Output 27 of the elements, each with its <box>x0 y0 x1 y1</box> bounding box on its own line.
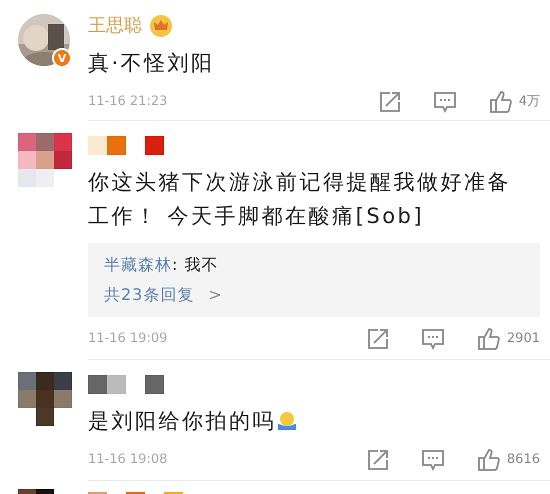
pixelated-avatar[interactable] <box>18 372 72 426</box>
thumbs-up-icon[interactable] <box>476 327 501 351</box>
thumbs-up-icon[interactable] <box>476 448 501 472</box>
like-button[interactable]: 4万 <box>488 90 540 114</box>
like-button[interactable]: 8616 <box>476 448 540 472</box>
timestamp: 11-16 21:23 <box>88 93 168 112</box>
comment-text: 真·不怪刘阳 <box>88 50 215 77</box>
reply-line: 半藏森林: 我不 <box>104 254 220 276</box>
share-icon[interactable] <box>378 91 401 113</box>
verified-badge: V <box>52 48 72 68</box>
comment-text: 是刘阳给你拍的吗 <box>88 408 276 435</box>
comment-icon[interactable] <box>432 91 457 113</box>
comment-text: 你这头猪下次游泳前记得提醒我做好准备工作！ 今天手脚都在酸痛[Sob] <box>88 169 512 230</box>
view-replies-link[interactable]: 共23条回复 > <box>104 283 223 307</box>
share-icon[interactable] <box>366 328 389 350</box>
pixelated-avatar[interactable] <box>18 133 72 187</box>
pixelated-username[interactable] <box>88 374 164 394</box>
share-icon[interactable] <box>366 449 389 471</box>
pixelated-username[interactable] <box>88 136 164 154</box>
like-button[interactable]: 2901 <box>476 327 540 351</box>
comment-icon[interactable] <box>420 328 445 350</box>
username[interactable]: 王思聪 <box>88 17 142 35</box>
timestamp: 11-16 19:08 <box>88 451 168 470</box>
thumbs-up-icon[interactable] <box>488 90 513 114</box>
timestamp: 11-16 19:09 <box>88 330 168 348</box>
comment-icon[interactable] <box>420 449 445 471</box>
reply-author-link[interactable]: 半藏森林 <box>104 255 172 274</box>
